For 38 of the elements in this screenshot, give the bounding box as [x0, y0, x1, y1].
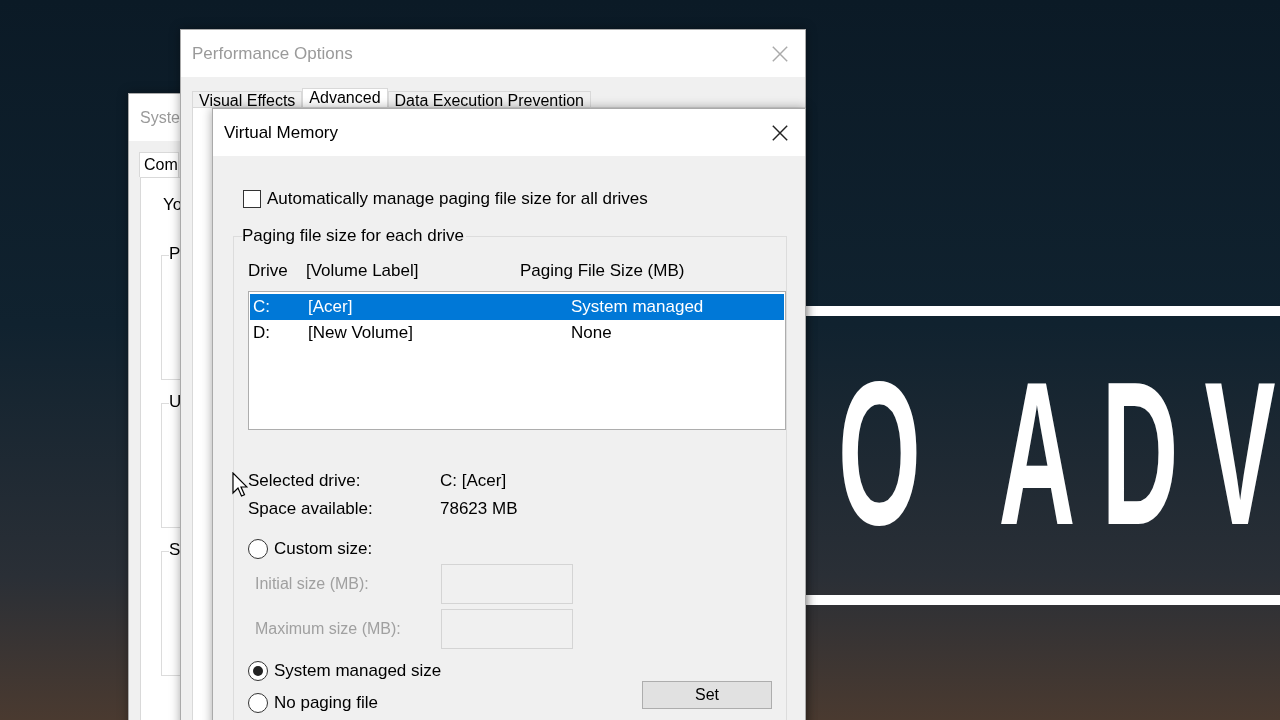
group-label: Paging file size for each drive: [242, 226, 467, 246]
volume-label: [Acer]: [308, 297, 354, 317]
banner-text: O ADV: [838, 350, 1280, 555]
cursor-icon: [232, 472, 248, 498]
drive-row[interactable]: C: [Acer] System managed: [250, 294, 784, 320]
column-header: Paging File Size (MB): [520, 261, 686, 281]
field-label: Initial size (MB):: [255, 575, 370, 593]
radio-label: System managed size: [274, 661, 442, 681]
drive-row[interactable]: D: [New Volume] None: [250, 320, 784, 346]
radio-label: Custom size:: [274, 539, 373, 559]
radio-button[interactable]: [248, 693, 268, 713]
tab[interactable]: Advanced: [302, 88, 388, 107]
window-title: Performance Options: [192, 43, 353, 64]
radio-label: No paging file: [274, 693, 378, 713]
paging-size: System managed: [571, 297, 705, 317]
column-header: Drive: [248, 261, 289, 281]
tab[interactable]: Visual Effects: [192, 91, 303, 107]
info-value: C: [Acer]: [440, 471, 507, 491]
field-label: Maximum size (MB):: [255, 620, 402, 638]
checkbox-label: Automatically manage paging file size for all drives: [267, 189, 648, 209]
tab[interactable]: Com: [139, 152, 179, 177]
drive-letter: C:: [253, 297, 271, 317]
set-button[interactable]: Set: [642, 681, 772, 709]
close-icon: [771, 123, 789, 142]
tab[interactable]: Data Execution Prevention: [387, 91, 591, 107]
close-icon: [771, 44, 789, 63]
column-header: [Volume Label]: [306, 261, 420, 281]
info-label: Selected drive:: [248, 471, 361, 491]
volume-label: [New Volume]: [308, 323, 414, 343]
checkbox[interactable]: [243, 190, 261, 208]
paging-size: None: [571, 323, 613, 343]
radio-button[interactable]: [248, 661, 268, 681]
radio-button[interactable]: [248, 539, 268, 559]
window-title: Virtual Memory: [224, 122, 338, 143]
drive-letter: D:: [253, 323, 271, 343]
info-label: Space available:: [248, 499, 373, 519]
info-value: 78623 MB: [440, 499, 518, 519]
window-title: Syste: [140, 108, 180, 127]
